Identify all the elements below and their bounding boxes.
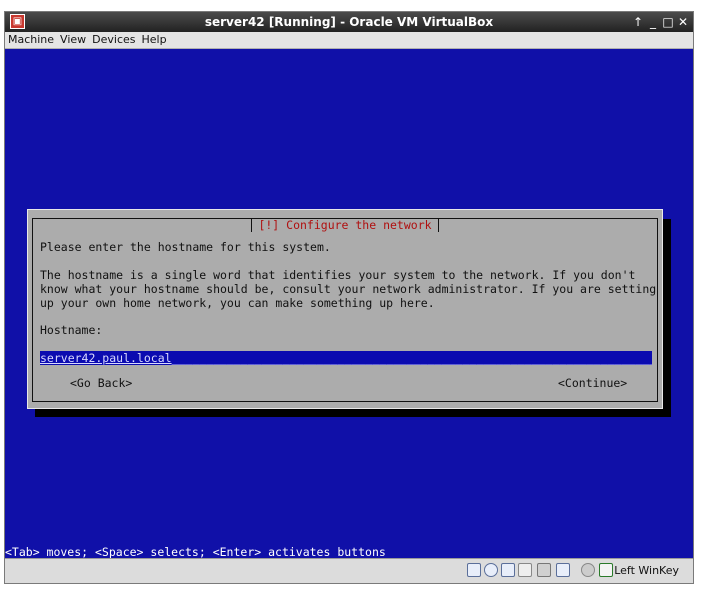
hostname-prompt: Please enter the hostname for this syste… (40, 240, 331, 254)
hostname-label: Hostname: (40, 323, 103, 337)
vm-status-bar: Left WinKey (5, 558, 693, 583)
go-back-button[interactable]: <Go Back> (70, 376, 132, 390)
network-icon[interactable] (501, 563, 515, 577)
optical-drive-icon[interactable] (484, 563, 498, 577)
close-button[interactable]: ✕ (676, 12, 690, 32)
menu-machine[interactable]: Machine (5, 32, 57, 48)
hostname-input-fill: ________________________________________… (171, 351, 652, 365)
continue-button[interactable]: <Continue> (558, 376, 627, 390)
menu-bar: Machine View Devices Help (5, 32, 693, 49)
display-icon[interactable] (556, 563, 570, 577)
mouse-integration-icon[interactable] (581, 563, 595, 577)
minimize-button[interactable]: _ (646, 12, 660, 32)
vm-display[interactable]: [!] Configure the network Please enter t… (5, 49, 693, 558)
hostname-input[interactable]: server42.paul.local_____________________… (40, 351, 652, 365)
menu-help[interactable]: Help (139, 32, 170, 48)
keep-above-icon[interactable]: ↑ (631, 12, 645, 32)
maximize-button[interactable]: □ (661, 12, 675, 32)
shared-folders-icon[interactable] (518, 563, 532, 577)
description-line-2: know what your hostname should be, consu… (40, 282, 657, 296)
installer-help-line: <Tab> moves; <Space> selects; <Enter> ac… (5, 545, 693, 558)
window-title: server42 [Running] - Oracle VM VirtualBo… (204, 15, 494, 29)
usb-icon[interactable] (537, 563, 551, 577)
host-key-icon (599, 563, 613, 577)
dialog-title: [!] Configure the network (33, 218, 657, 232)
hard-disk-icon[interactable] (467, 563, 481, 577)
description-line-1: The hostname is a single word that ident… (40, 268, 636, 282)
host-key-label: Left WinKey (614, 564, 679, 577)
title-bar[interactable]: ▣ server42 [Running] - Oracle VM Virtual… (5, 12, 693, 32)
configure-network-dialog: [!] Configure the network Please enter t… (27, 209, 663, 409)
hostname-value: server42.paul.local (40, 351, 172, 365)
menu-devices[interactable]: Devices (89, 32, 138, 48)
description-line-3: up your own home network, you can make s… (40, 296, 435, 310)
virtualbox-window: ▣ server42 [Running] - Oracle VM Virtual… (4, 11, 694, 584)
menu-view[interactable]: View (57, 32, 89, 48)
dialog-title-text: [!] Configure the network (251, 219, 439, 232)
